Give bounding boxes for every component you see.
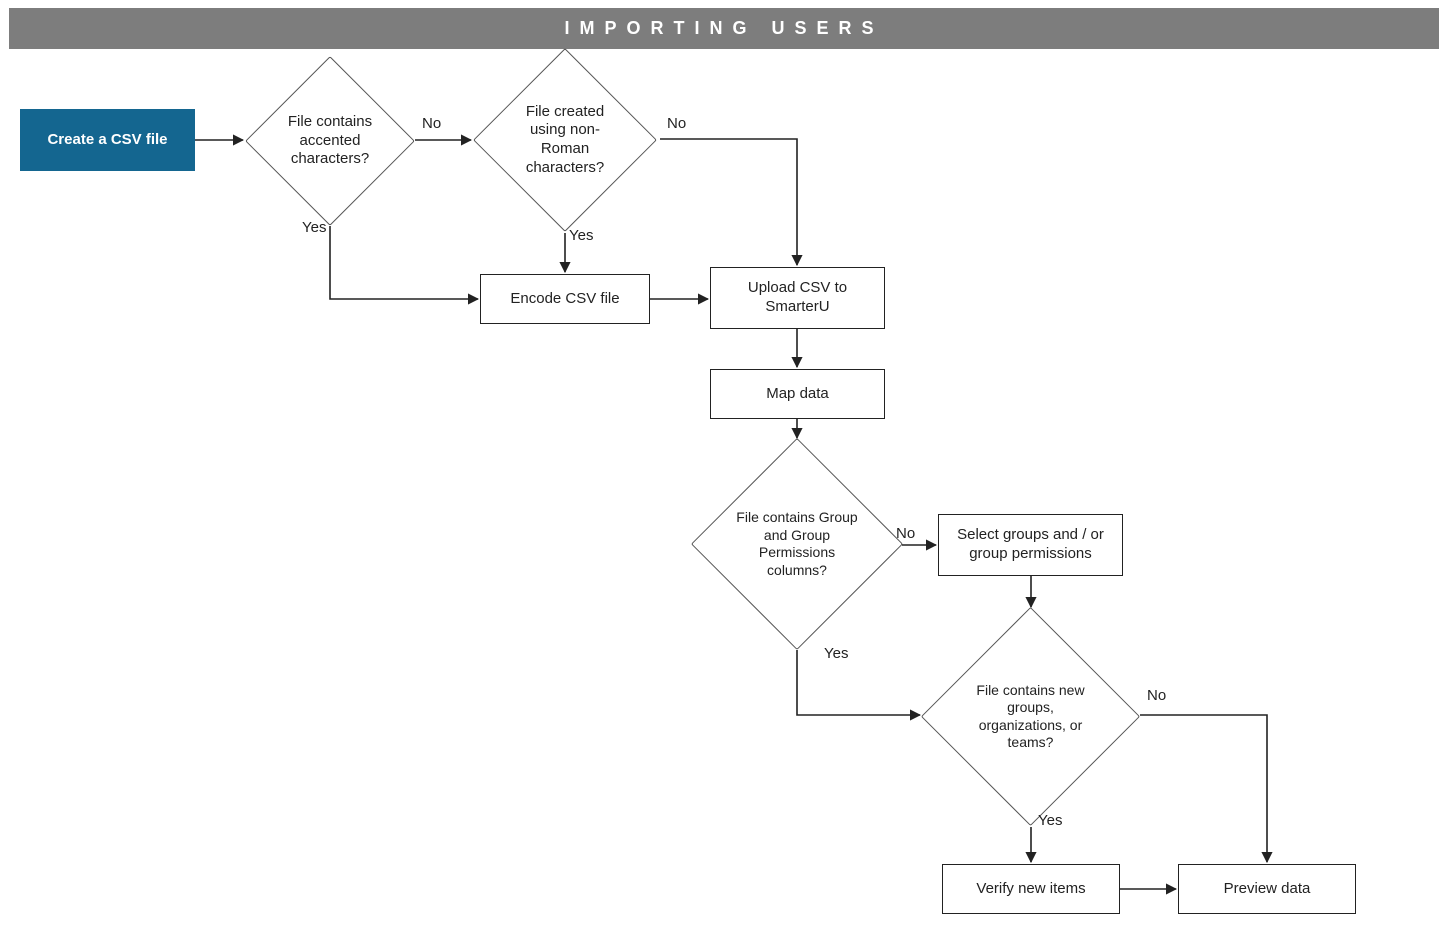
decision-accented-characters: File contains accented characters? <box>270 81 390 201</box>
node-start: Create a CSV file <box>20 109 195 171</box>
label-accented-no: No <box>422 115 441 132</box>
node-preview-data: Preview data <box>1178 864 1356 914</box>
label-newgroups-no: No <box>1147 687 1166 704</box>
node-select-groups: Select groups and / or group permissions <box>938 514 1123 576</box>
label-accented-yes: Yes <box>302 219 326 236</box>
label-nonroman-yes: Yes <box>569 227 593 244</box>
decision-non-roman-characters: File created using non-Roman characters? <box>500 75 630 205</box>
decision-new-groups: File contains new groups, organizations,… <box>953 639 1108 794</box>
decision-group-columns: File contains Group and Group Permission… <box>722 469 872 619</box>
node-upload-csv: Upload CSV to SmarterU <box>710 267 885 329</box>
flowchart-canvas: Create a CSV file File contains accented… <box>0 49 1448 949</box>
node-map-data: Map data <box>710 369 885 419</box>
label-newgroups-yes: Yes <box>1038 812 1062 829</box>
page-title: IMPORTING USERS <box>9 8 1439 49</box>
node-verify-new-items: Verify new items <box>942 864 1120 914</box>
node-encode-csv: Encode CSV file <box>480 274 650 324</box>
label-groupcols-no: No <box>896 525 915 542</box>
label-groupcols-yes: Yes <box>824 645 848 662</box>
label-nonroman-no: No <box>667 115 686 132</box>
